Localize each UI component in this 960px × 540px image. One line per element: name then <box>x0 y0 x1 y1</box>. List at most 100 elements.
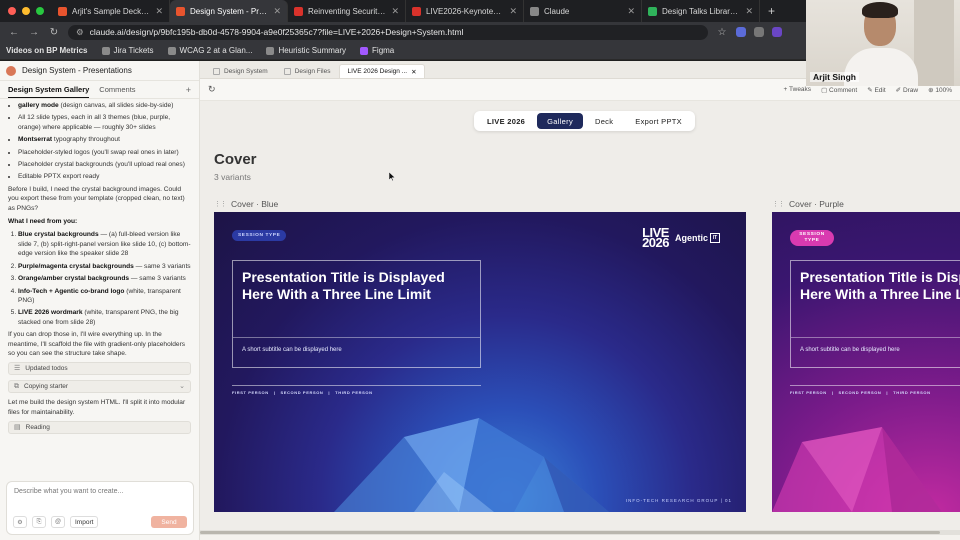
import-button[interactable]: Import <box>70 516 99 528</box>
close-tab-icon[interactable]: ✕ <box>411 68 416 76</box>
segment-deck[interactable]: Deck <box>585 113 623 129</box>
add-icon[interactable]: + <box>186 85 191 95</box>
new-tab-icon[interactable]: + <box>760 4 775 18</box>
tool-chip-reading[interactable]: ▤ Reading <box>8 421 191 435</box>
section-title: Cover <box>214 151 257 168</box>
settings-icon[interactable]: ⚙ <box>13 516 27 528</box>
session-type-badge: SESSION TYPE <box>232 230 287 241</box>
needs-list: Blue crystal backgrounds — (a) full-blee… <box>8 230 191 327</box>
browser-tab-active[interactable]: Design System - Presentation✕ <box>170 0 288 22</box>
extension-icon[interactable] <box>736 27 746 37</box>
claude-logo-icon[interactable] <box>6 65 16 76</box>
browser-tab[interactable]: LIVE2026-KeynoteTemplate-✕ <box>406 0 524 22</box>
copy-icon: ⧉ <box>14 383 19 391</box>
file-tab[interactable]: Design System <box>206 64 275 78</box>
chat-panel: Design System - Presentations Design Sys… <box>0 61 200 540</box>
drag-handle-icon[interactable]: ⋮⋮ <box>772 200 785 208</box>
refresh-icon[interactable]: ↻ <box>208 84 216 95</box>
list-item: Montserrat typography throughout <box>18 135 191 144</box>
variant-label-blue: ⋮⋮ Cover · Blue <box>214 199 279 209</box>
scrollbar-thumb[interactable] <box>200 531 940 534</box>
slide-cover-purple[interactable]: SESSION TYPE Presentation Title is Displ… <box>772 212 960 512</box>
agentic-logo: Agentic IT <box>675 233 720 243</box>
tool-chip-updated-todos[interactable]: ☰ Updated todos <box>8 362 191 376</box>
bookmark-item[interactable]: Figma <box>360 46 394 55</box>
minimize-window-button[interactable] <box>22 7 30 15</box>
file-icon: ▤ <box>14 423 21 431</box>
bookmark-item[interactable]: Videos on BP Metrics <box>6 46 88 55</box>
comment-icon: ▢ <box>821 86 830 94</box>
segment-live-2026[interactable]: LIVE 2026 <box>477 113 535 129</box>
list-item: Editable PPTX export ready <box>18 172 191 181</box>
url-input[interactable]: ⚙ claude.ai/design/p/9bfc195b-db0d-4578-… <box>68 24 708 40</box>
chat-paragraph: Let me build the design system HTML. I'l… <box>8 399 186 416</box>
file-tab-active[interactable]: LIVE 2026 Design ... ✕ <box>339 64 425 78</box>
attach-icon[interactable]: ⎘ <box>32 516 46 528</box>
segment-export-pptx[interactable]: Export PPTX <box>625 113 692 129</box>
draw-button[interactable]: ✐ Draw <box>896 86 918 94</box>
tool-chip-copying-starter[interactable]: ⧉ Copying starter ⌄ <box>8 380 191 394</box>
back-arrow-icon[interactable]: ← <box>8 27 20 38</box>
browser-tab[interactable]: Arjit's Sample Deck (using c...✕ <box>52 0 170 22</box>
edit-button[interactable]: ✎ Edit <box>867 86 885 94</box>
browser-tab[interactable]: Claude ✕ <box>524 0 642 22</box>
browser-tab[interactable]: Design Talks Library — Desig...✕ <box>642 0 760 22</box>
figma-icon <box>360 46 369 55</box>
slide-cover-blue[interactable]: SESSION TYPE LIVE 2026 Agentic IT Presenta… <box>214 212 746 512</box>
message-composer[interactable]: Describe what you want to create... ⚙ ⎘ … <box>6 481 194 535</box>
site-icon <box>167 46 176 55</box>
site-info-icon[interactable]: ⚙ <box>76 27 84 38</box>
mention-icon[interactable]: @ <box>51 516 65 528</box>
file-tab[interactable]: Design Files <box>277 64 338 78</box>
close-tab-icon[interactable]: ✕ <box>155 6 163 17</box>
zoom-button[interactable]: ⊕ 100% <box>928 86 952 94</box>
composer-input[interactable]: Describe what you want to create... <box>14 488 123 495</box>
bookmark-item[interactable]: Jira Tickets <box>101 46 154 55</box>
slide-subtitle: A short subtitle can be displayed here <box>800 347 900 353</box>
live-2026-wordmark: LIVE 2026 <box>642 225 669 250</box>
tab-comments[interactable]: Comments <box>99 85 135 94</box>
bookmark-item[interactable]: WCAG 2 at a Glan... <box>167 46 252 55</box>
list-item: Purple/magenta crystal backgrounds — sam… <box>18 262 191 271</box>
browser-tab[interactable]: Reinventing Security Leader...✕ <box>288 0 406 22</box>
close-tab-icon[interactable]: ✕ <box>391 6 399 17</box>
mouse-pointer-icon <box>389 172 395 181</box>
comment-button[interactable]: ▢ Comment <box>821 86 857 94</box>
bookmark-star-icon[interactable]: ☆ <box>716 27 728 38</box>
gallery-canvas[interactable]: LIVE 2026 Gallery Deck Export PPTX Cover… <box>200 101 960 535</box>
view-switcher: LIVE 2026 Gallery Deck Export PPTX <box>474 111 695 131</box>
speaker-names: FIRST PERSON | SECOND PERSON | THIRD PERSO… <box>232 390 373 395</box>
send-button[interactable]: Send <box>151 516 187 528</box>
plan-list: gallery mode (design canvas, all slides … <box>8 101 191 182</box>
extension-icon[interactable] <box>754 27 764 37</box>
forward-arrow-icon[interactable]: → <box>28 27 40 38</box>
tweaks-button[interactable]: + Tweaks <box>784 86 812 94</box>
slide-title: Presentation Title is Displayed Here Wit… <box>800 269 960 302</box>
close-tab-icon[interactable]: ✕ <box>627 6 635 17</box>
extension-icon[interactable] <box>772 27 782 37</box>
project-title: Design System - Presentations <box>22 66 132 75</box>
drag-handle-icon[interactable]: ⋮⋮ <box>214 200 227 208</box>
tab-favicon-icon <box>648 6 657 16</box>
maximize-window-button[interactable] <box>36 7 44 15</box>
list-item: Placeholder crystal backgrounds (you'll … <box>18 160 191 169</box>
title-frame: Presentation Title is Displayed Here Wit… <box>232 260 481 368</box>
close-window-button[interactable] <box>8 7 16 15</box>
site-icon <box>266 46 275 55</box>
bookmark-item[interactable]: Heuristic Summary <box>266 46 346 55</box>
close-tab-icon[interactable]: ✕ <box>509 6 517 17</box>
window-controls <box>0 7 52 15</box>
session-type-badge: SESSION TYPE <box>790 230 834 246</box>
segment-gallery[interactable]: Gallery <box>537 113 583 129</box>
close-tab-icon[interactable]: ✕ <box>745 6 753 17</box>
close-tab-icon[interactable]: ✕ <box>273 6 281 17</box>
divider <box>233 337 480 338</box>
chat-transcript: gallery mode (design canvas, all slides … <box>0 99 199 467</box>
tab-design-system-gallery[interactable]: Design System Gallery <box>8 85 90 98</box>
reload-icon[interactable]: ↻ <box>48 27 60 38</box>
slide-footer: INFO-TECH RESEARCH GROUP | 01 <box>625 498 732 503</box>
background-door <box>914 0 954 86</box>
list-item: gallery mode (design canvas, all slides … <box>18 101 191 110</box>
horizontal-scrollbar[interactable] <box>200 530 960 535</box>
presenter-name: Arjit Singh <box>810 72 859 82</box>
